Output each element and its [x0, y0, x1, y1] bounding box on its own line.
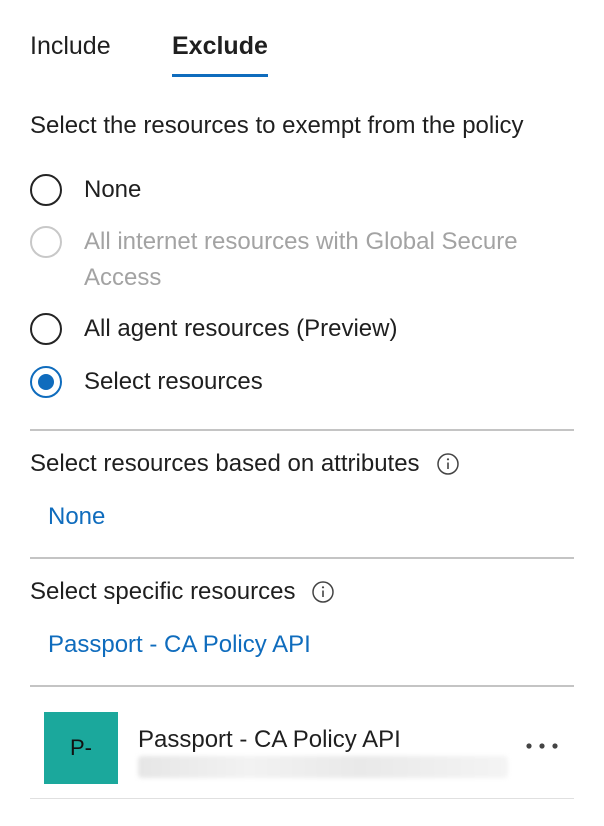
specific-resources-link[interactable]: Passport - CA Policy API	[48, 629, 311, 661]
more-horizontal-icon	[526, 743, 558, 749]
divider	[30, 429, 574, 431]
radio-all-internet-resources[interactable]: All internet resources with Global Secur…	[30, 226, 554, 296]
radio-circle-icon[interactable]	[30, 174, 62, 206]
tab-exclude[interactable]: Exclude	[172, 30, 268, 62]
info-icon[interactable]	[436, 452, 460, 476]
radio-label: None	[84, 176, 142, 203]
radio-none[interactable]: None	[30, 174, 554, 208]
selected-resource-row: P- Passport - CA Policy API	[30, 710, 574, 798]
radio-all-agent-resources[interactable]: All agent resources (Preview)	[30, 313, 554, 347]
redacted-resource-id	[138, 756, 508, 778]
info-icon[interactable]	[311, 580, 335, 604]
attributes-row: Select resources based on attributes	[30, 448, 460, 480]
attributes-label: Select resources based on attributes	[30, 450, 420, 477]
resource-name: Passport - CA Policy API	[138, 726, 401, 753]
radio-circle-icon[interactable]	[30, 313, 62, 345]
tab-include[interactable]: Include	[30, 30, 111, 62]
divider	[30, 685, 574, 687]
radio-label: Select resources	[84, 368, 263, 395]
specific-resources-label: Select specific resources	[30, 578, 296, 605]
more-options-button[interactable]	[520, 730, 564, 762]
radio-label: All internet resources with Global Secur…	[84, 228, 518, 291]
tab-selected-indicator	[172, 74, 268, 77]
specific-row: Select specific resources	[30, 576, 335, 608]
radio-select-resources[interactable]: Select resources	[30, 366, 554, 400]
section-title: Select the resources to exempt from the …	[30, 112, 524, 139]
divider	[30, 557, 574, 559]
avatar: P-	[44, 712, 118, 784]
radio-label: All agent resources (Preview)	[84, 315, 398, 342]
radio-checked-icon[interactable]	[30, 366, 62, 398]
radio-circle-icon[interactable]	[30, 226, 62, 258]
attributes-value-link[interactable]: None	[48, 501, 105, 533]
radio-dot	[38, 374, 54, 390]
divider	[30, 798, 574, 799]
